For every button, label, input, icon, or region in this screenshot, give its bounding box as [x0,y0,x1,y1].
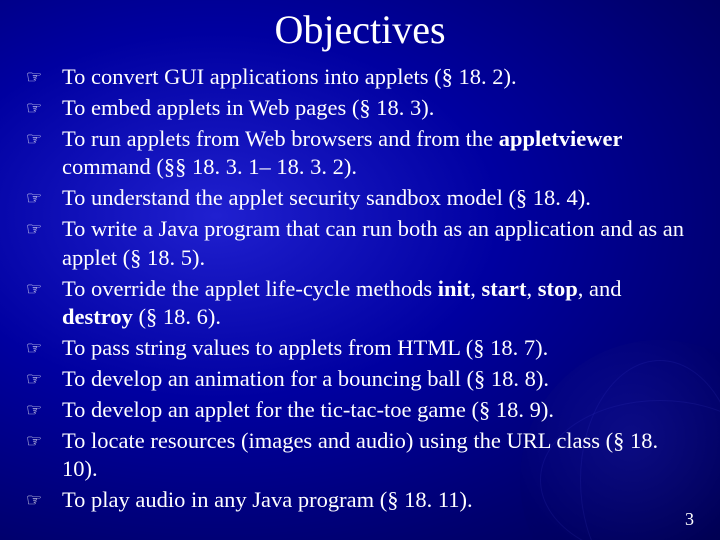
pointing-hand-icon: ☞ [24,215,62,241]
list-item: ☞To write a Java program that can run bo… [24,215,696,273]
list-item-text: To write a Java program that can run bot… [62,215,696,273]
pointing-hand-icon: ☞ [24,486,62,512]
pointing-hand-icon: ☞ [24,125,62,151]
pointing-hand-icon: ☞ [24,94,62,120]
list-item-text: To locate resources (images and audio) u… [62,427,696,485]
list-item-text: To understand the applet security sandbo… [62,184,696,213]
list-item: ☞To develop an animation for a bouncing … [24,365,696,394]
list-item-text: To override the applet life-cycle method… [62,275,696,333]
page-number: 3 [685,509,694,530]
list-item: ☞To develop an applet for the tic-tac-to… [24,396,696,425]
list-item-text: To pass string values to applets from HT… [62,334,696,363]
pointing-hand-icon: ☞ [24,275,62,301]
list-item: ☞To override the applet life-cycle metho… [24,275,696,333]
list-item: ☞To convert GUI applications into applet… [24,63,696,92]
list-item-text: To embed applets in Web pages (§ 18. 3). [62,94,696,123]
list-item: ☞To locate resources (images and audio) … [24,427,696,485]
list-item: ☞To understand the applet security sandb… [24,184,696,213]
pointing-hand-icon: ☞ [24,427,62,453]
pointing-hand-icon: ☞ [24,184,62,210]
list-item-text: To develop an animation for a bouncing b… [62,365,696,394]
list-item-text: To run applets from Web browsers and fro… [62,125,696,183]
pointing-hand-icon: ☞ [24,63,62,89]
pointing-hand-icon: ☞ [24,396,62,422]
list-item-text: To convert GUI applications into applets… [62,63,696,92]
pointing-hand-icon: ☞ [24,365,62,391]
objectives-list: ☞To convert GUI applications into applet… [0,63,720,515]
list-item: ☞To pass string values to applets from H… [24,334,696,363]
list-item: ☞To play audio in any Java program (§ 18… [24,486,696,515]
pointing-hand-icon: ☞ [24,334,62,360]
list-item: ☞To run applets from Web browsers and fr… [24,125,696,183]
page-title: Objectives [0,0,720,63]
list-item-text: To play audio in any Java program (§ 18.… [62,486,696,515]
list-item: ☞To embed applets in Web pages (§ 18. 3)… [24,94,696,123]
list-item-text: To develop an applet for the tic-tac-toe… [62,396,696,425]
